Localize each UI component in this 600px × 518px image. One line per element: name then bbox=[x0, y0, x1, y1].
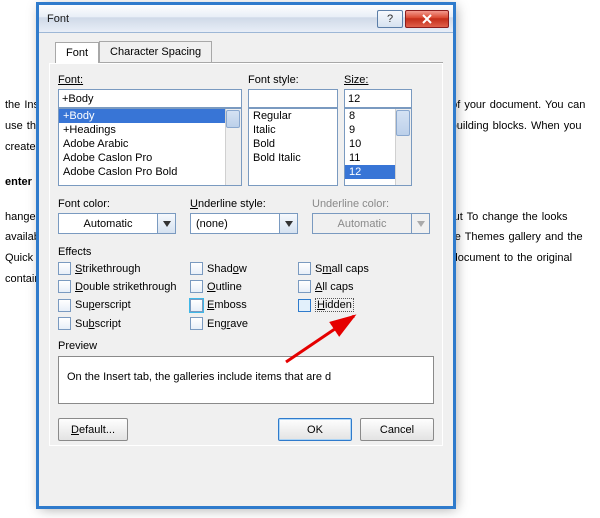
checkbox-label: Small caps bbox=[315, 263, 369, 275]
cancel-button[interactable]: Cancel bbox=[360, 418, 434, 441]
font-color-label: Font color: bbox=[58, 198, 176, 210]
ok-button[interactable]: OK bbox=[278, 418, 352, 441]
close-icon bbox=[422, 14, 432, 24]
list-item[interactable]: Bold Italic bbox=[249, 151, 337, 165]
checkbox-box bbox=[58, 280, 71, 293]
font-dialog: Font ? Font Character Spacing Font: +Bod… bbox=[38, 4, 454, 507]
underline-style-dropdown-button[interactable] bbox=[280, 213, 298, 234]
checkbox-box bbox=[298, 280, 311, 293]
checkbox-label: Strikethrough bbox=[75, 263, 140, 275]
preview-label: Preview bbox=[58, 340, 434, 352]
checkbox-superscript[interactable]: Superscript bbox=[58, 298, 190, 312]
font-label: Font: bbox=[58, 74, 242, 86]
checkbox-label: Emboss bbox=[207, 299, 247, 311]
font-style-input[interactable] bbox=[248, 89, 338, 108]
scrollbar[interactable] bbox=[225, 109, 241, 185]
font-listbox[interactable]: +Body +Headings Adobe Arabic Adobe Caslo… bbox=[58, 108, 242, 186]
dialog-title: Font bbox=[47, 13, 69, 25]
help-button[interactable]: ? bbox=[377, 10, 403, 28]
list-item[interactable]: +Headings bbox=[59, 123, 241, 137]
checkbox-label: Superscript bbox=[75, 299, 131, 311]
default-button[interactable]: Default... bbox=[58, 418, 128, 441]
checkbox-engrave[interactable]: Engrave bbox=[190, 317, 298, 330]
help-icon: ? bbox=[387, 13, 393, 25]
underline-style-dropdown[interactable]: (none) bbox=[190, 213, 280, 234]
underline-style-label: Underline style: bbox=[190, 198, 298, 210]
font-style-label: Font style: bbox=[248, 74, 338, 86]
checkbox-label: Double strikethrough bbox=[75, 281, 177, 293]
tab-strip: Font Character Spacing bbox=[55, 39, 443, 63]
checkbox-double-strikethrough[interactable]: Double strikethrough bbox=[58, 280, 190, 293]
list-item[interactable]: Adobe Caslon Pro Bold bbox=[59, 165, 241, 179]
chevron-down-icon bbox=[285, 221, 293, 227]
checkbox-label: Hidden bbox=[315, 298, 354, 312]
checkbox-strikethrough[interactable]: Strikethrough bbox=[58, 262, 190, 275]
dialog-titlebar[interactable]: Font ? bbox=[39, 5, 453, 33]
checkbox-box bbox=[298, 262, 311, 275]
underline-color-dropdown-button bbox=[412, 213, 430, 234]
close-button[interactable] bbox=[405, 10, 449, 28]
checkbox-label: Outline bbox=[207, 281, 242, 293]
list-item[interactable]: Adobe Caslon Pro bbox=[59, 151, 241, 165]
list-item[interactable]: Bold bbox=[249, 137, 337, 151]
size-label: Size: bbox=[344, 74, 412, 86]
list-item[interactable]: +Body bbox=[59, 109, 241, 123]
checkbox-label: Shadow bbox=[207, 263, 247, 275]
tab-font[interactable]: Font bbox=[55, 42, 99, 63]
list-item[interactable]: Regular bbox=[249, 109, 337, 123]
checkbox-all-caps[interactable]: All caps bbox=[298, 280, 408, 293]
checkbox-box bbox=[190, 299, 203, 312]
checkbox-box bbox=[58, 317, 71, 330]
list-item[interactable]: Italic bbox=[249, 123, 337, 137]
chevron-down-icon bbox=[417, 221, 425, 227]
font-color-dropdown[interactable]: Automatic bbox=[58, 213, 158, 234]
checkbox-box bbox=[58, 262, 71, 275]
checkbox-hidden[interactable]: Hidden bbox=[298, 298, 408, 312]
checkbox-box bbox=[298, 299, 311, 312]
checkbox-subscript[interactable]: Subscript bbox=[58, 317, 190, 330]
checkbox-box bbox=[190, 280, 203, 293]
size-input[interactable] bbox=[344, 89, 412, 108]
checkbox-shadow[interactable]: Shadow bbox=[190, 262, 298, 275]
checkbox-box bbox=[190, 317, 203, 330]
effects-grid: Strikethrough Shadow Small caps Double stri… bbox=[58, 262, 434, 330]
checkbox-label: All caps bbox=[315, 281, 354, 293]
checkbox-outline[interactable]: Outline bbox=[190, 280, 298, 293]
scrollbar[interactable] bbox=[395, 109, 411, 185]
underline-color-dropdown: Automatic bbox=[312, 213, 412, 234]
preview-box: On the Insert tab, the galleries include… bbox=[58, 356, 434, 404]
checkbox-label: Subscript bbox=[75, 318, 121, 330]
size-listbox[interactable]: 8 9 10 11 12 bbox=[344, 108, 412, 186]
checkbox-label: Engrave bbox=[207, 318, 248, 330]
checkbox-box bbox=[58, 299, 71, 312]
effects-group-label: Effects bbox=[58, 246, 434, 258]
font-style-listbox[interactable]: Regular Italic Bold Bold Italic bbox=[248, 108, 338, 186]
chevron-down-icon bbox=[163, 221, 171, 227]
font-color-dropdown-button[interactable] bbox=[158, 213, 176, 234]
tab-character-spacing[interactable]: Character Spacing bbox=[99, 41, 212, 62]
list-item[interactable]: Adobe Arabic bbox=[59, 137, 241, 151]
scroll-thumb[interactable] bbox=[226, 110, 240, 128]
underline-color-label: Underline color: bbox=[312, 198, 430, 210]
scroll-thumb[interactable] bbox=[396, 110, 410, 136]
checkbox-emboss[interactable]: Emboss bbox=[190, 298, 298, 312]
checkbox-box bbox=[190, 262, 203, 275]
font-input[interactable] bbox=[58, 89, 242, 108]
checkbox-small-caps[interactable]: Small caps bbox=[298, 262, 408, 275]
